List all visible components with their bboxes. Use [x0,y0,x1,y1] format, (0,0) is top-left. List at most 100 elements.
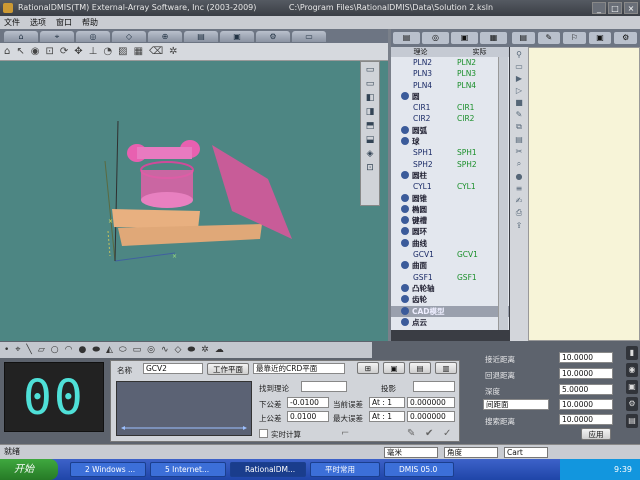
lower-tol-input[interactable]: -0.0100 [287,397,329,408]
apply-button[interactable]: 应用 [581,428,611,440]
spacing-select[interactable]: 间距面 [483,399,549,410]
cut-icon[interactable]: ✂ [516,147,523,156]
feature-plane-icon[interactable]: ▱ [38,345,45,355]
tree-group[interactable]: 圆 [391,91,509,102]
unit-select[interactable]: 毫米 [384,447,438,458]
list-icon[interactable]: ≡ [516,184,523,193]
view-back-icon[interactable]: ▭ [366,79,375,89]
tree-group[interactable]: 凸轮轴 [391,283,509,294]
program-tab-5-icon[interactable]: ⚙ [614,32,637,44]
angle-select[interactable]: 角度 [444,447,498,458]
feature-line-icon[interactable]: ╲ [26,345,31,355]
tab-misc-icon[interactable]: ▭ [292,31,326,42]
color-icon[interactable]: ▨ [118,46,127,57]
feature-point-icon[interactable]: • [4,345,9,355]
tree-group[interactable]: 点云 [391,317,509,328]
comment-icon[interactable]: ✍ [516,196,523,205]
dock-btn-3-icon[interactable]: ▣ [626,380,638,394]
settings-icon[interactable]: ✲ [169,46,177,57]
feature-gear-icon[interactable]: ✲ [201,345,209,355]
tree-group[interactable]: CAD模型 [391,305,509,317]
taskbar-item-common[interactable]: 平时常用 [310,462,380,477]
depth-input[interactable]: 5.0000 [559,384,613,395]
tree-scrollbar[interactable] [498,57,508,330]
tree-item[interactable]: PLN2 PLN2 [391,57,509,68]
cursor-tool-icon[interactable]: ⌐ [341,428,349,439]
tab-probe-icon[interactable]: ⌖ [40,31,74,42]
tree-group[interactable]: 圆环 [391,226,509,237]
axis-icon[interactable]: ⊥ [89,46,98,57]
search-input[interactable]: 10.0000 [559,414,613,425]
step-icon[interactable]: ▷ [516,86,522,95]
layer-icon[interactable]: ▦ [134,46,143,57]
tab-tolerance-icon[interactable]: ⊕ [148,31,182,42]
menu-help[interactable]: 帮助 [82,16,98,29]
tree-group[interactable]: 键槽 [391,215,509,226]
feature-surface-icon[interactable]: ◇ [175,345,182,355]
panel-action-1-icon[interactable]: ✎ [407,428,415,439]
print-icon[interactable]: ⎙ [516,208,522,218]
tree-group[interactable]: 曲线 [391,238,509,249]
tree-item[interactable]: CIR2 CIR2 [391,113,509,124]
approach-input[interactable]: 10.0000 [559,352,613,363]
feature-cone-icon[interactable]: ◭ [106,345,113,355]
feature-probe-icon[interactable]: ⌖ [15,345,20,355]
project-input[interactable] [413,381,455,392]
menu-window[interactable]: 窗口 [56,16,72,29]
program-editor[interactable] [528,47,640,341]
program-tab-4-icon[interactable]: ▣ [588,32,612,44]
taskbar-item-internet[interactable]: 5 Internet... [150,462,226,477]
tree-group[interactable]: 曲面 [391,260,509,271]
panel-action-2-icon[interactable]: ✔ [425,428,433,439]
plane-select[interactable]: 最靠近的CRD平面 [253,363,345,374]
view-left-icon[interactable]: ◧ [366,93,375,103]
tree-item[interactable]: CYL1 CYL1 [391,181,509,192]
feature-arc-icon[interactable]: ◠ [65,345,73,355]
find-icon[interactable]: ⌕ [517,159,521,169]
feature-curve-icon[interactable]: ∿ [161,345,169,355]
feature-cylinder-icon[interactable]: ⬬ [92,345,100,355]
tree-tab-cad-icon[interactable]: ▣ [451,32,478,44]
program-tab-1-icon[interactable]: ▤ [512,32,535,44]
panel-tool-4-icon[interactable]: ▥ [435,362,457,374]
taskbar-item-dmis[interactable]: DMIS 05.0 [384,462,454,477]
program-tab-3-icon[interactable]: ⚐ [563,32,586,44]
tree-tab-probe-icon[interactable]: ◎ [422,32,449,44]
tree-tab-report-icon[interactable]: ▦ [480,32,507,44]
panel-tool-2-icon[interactable]: ▣ [383,362,405,374]
view-top-icon[interactable]: ⬒ [366,121,375,131]
spacing-input[interactable]: 10.0000 [559,399,613,410]
open-icon[interactable]: ▭ [515,62,523,71]
break-icon[interactable]: ● [516,172,523,181]
tree-tab-features-icon[interactable]: ▤ [393,32,420,44]
select-arrow-icon[interactable]: ↖ [16,46,24,57]
menu-file[interactable]: 文件 [4,16,20,29]
feature-ellipse-icon[interactable]: ⬭ [119,345,127,355]
pan-icon[interactable]: ✥ [74,46,82,57]
pin-icon[interactable]: ⚲ [516,50,522,59]
start-button[interactable]: 开始 [0,459,58,480]
feature-cloud-icon[interactable]: ☁ [215,345,224,355]
retract-input[interactable]: 10.0000 [559,368,613,379]
feature-torus-icon[interactable]: ◎ [147,345,155,355]
tree-item[interactable]: GSF1 GSF1 [391,272,509,283]
tree-group[interactable]: 圆弧 [391,125,509,136]
tab-cad-icon[interactable]: ▣ [220,31,254,42]
stop-icon[interactable]: ■ [515,98,523,107]
upper-tol-input[interactable]: 0.0100 [287,411,329,422]
panel-action-3-icon[interactable]: ✓ [443,428,451,439]
edit-icon[interactable]: ✎ [516,110,523,119]
tab-measure-icon[interactable]: ◎ [76,31,110,42]
view-iso-icon[interactable]: ◈ [367,149,374,159]
panel-tool-1-icon[interactable]: ⊞ [357,362,379,374]
tab-setup-icon[interactable]: ⚙ [256,31,290,42]
feature-cam-icon[interactable]: ⬬ [187,345,195,355]
tree-item[interactable]: SPH1 SPH1 [391,147,509,158]
view-icon[interactable]: ◔ [103,46,112,57]
dock-btn-5-icon[interactable]: ▤ [626,414,638,428]
tree-item[interactable]: PLN3 PLN3 [391,68,509,79]
tree-group[interactable]: 圆锥 [391,193,509,204]
dock-btn-4-icon[interactable]: ⚙ [626,397,638,411]
view-front-icon[interactable]: ▭ [366,65,375,75]
dock-btn-2-icon[interactable]: ◉ [626,363,638,377]
